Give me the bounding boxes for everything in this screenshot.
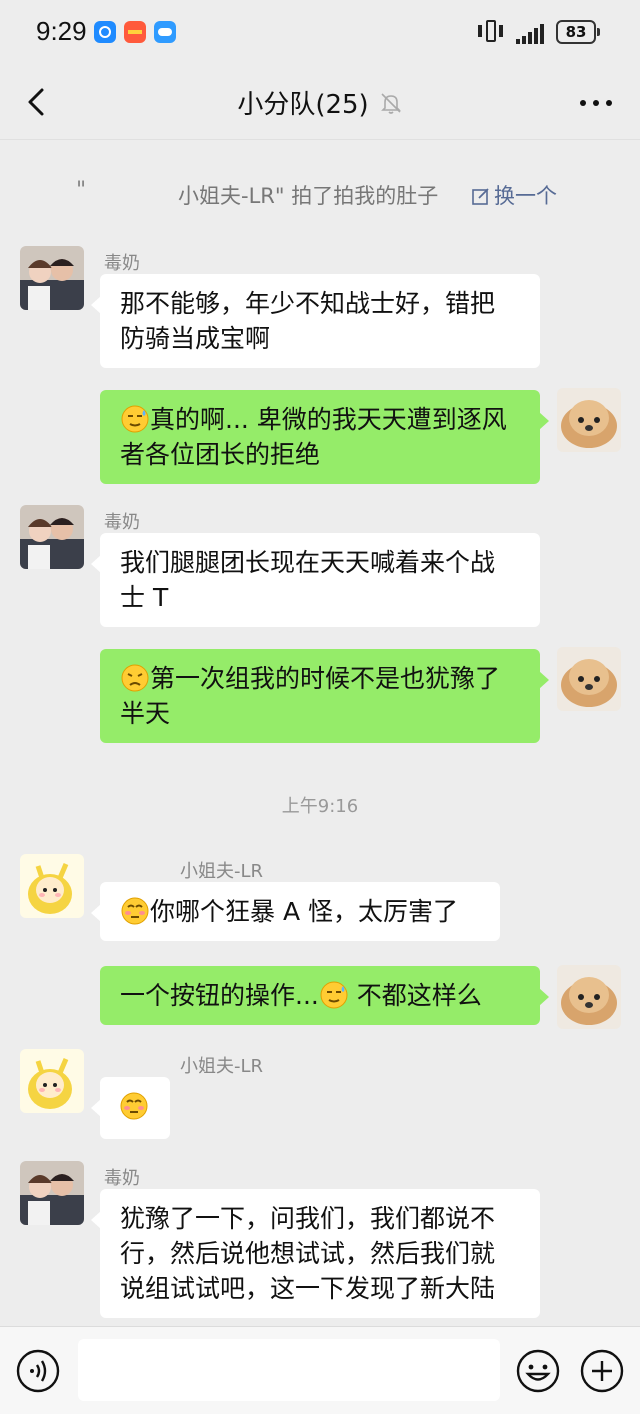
sender-name: 小姐夫-LR bbox=[180, 1056, 264, 1077]
message-bubble[interactable]: 犹豫了一下，问我们，我们都说不 行，然后说他想试试，然后我们就 说组试试吧，这一… bbox=[91, 1189, 540, 1318]
edit-icon bbox=[472, 188, 489, 205]
sweat-smile-emoji-icon bbox=[320, 981, 348, 1009]
voice-icon[interactable] bbox=[16, 1349, 60, 1393]
emoji-icon[interactable] bbox=[516, 1349, 560, 1393]
signal-icon bbox=[510, 22, 550, 44]
avatar-dunai[interactable] bbox=[20, 1161, 84, 1225]
flushed-emoji-icon bbox=[121, 897, 149, 925]
message-bubble[interactable]: 那不能够，年少不知战士好，错把 防骑当成宝啊 bbox=[91, 274, 540, 368]
sweat-smile-emoji-icon bbox=[121, 405, 149, 433]
flushed-emoji-icon bbox=[120, 1092, 148, 1120]
app-notification-icon bbox=[124, 21, 146, 43]
change-pat-link[interactable]: 换一个 bbox=[472, 180, 557, 210]
message-line: 半天 bbox=[120, 699, 171, 728]
message-line: 你哪个狂暴 A 怪，太厉害了 bbox=[120, 894, 480, 929]
avatar-dunai[interactable] bbox=[20, 246, 84, 310]
pat-system-message: " 小姐夫-LR" 拍了拍我的肚子 换一个 bbox=[0, 178, 640, 210]
message-line: 防骑当成宝啊 bbox=[120, 324, 271, 353]
chat-timestamp: 上午9:16 bbox=[281, 796, 359, 817]
sender-name: 毒奶 bbox=[104, 1168, 140, 1189]
message-line: 我们腿腿团长现在天天喊着来个战 bbox=[120, 548, 496, 577]
message-line: 士 T bbox=[120, 583, 169, 612]
more-dots-icon[interactable] bbox=[580, 100, 612, 106]
avatar-self[interactable] bbox=[557, 388, 621, 452]
message-line: 那不能够，年少不知战士好，错把 bbox=[120, 289, 496, 318]
avatar-self[interactable] bbox=[557, 965, 621, 1029]
avatar-xiaojiefu[interactable] bbox=[20, 854, 84, 918]
change-pat-label: 换一个 bbox=[494, 184, 557, 208]
message-text: 你哪个狂暴 A 怪，太厉害了 bbox=[150, 897, 458, 926]
sender-name: 毒奶 bbox=[104, 512, 140, 533]
battery-icon: 83 bbox=[556, 20, 600, 44]
message-line: 真的啊... 卑微的我天天遭到逐风 bbox=[120, 402, 520, 437]
message-bubble[interactable]: 真的啊... 卑微的我天天遭到逐风 者各位团长的拒绝 bbox=[100, 390, 549, 484]
cloud-notification-icon bbox=[154, 21, 176, 43]
frown-emoji-icon bbox=[121, 664, 149, 692]
message-line: 者各位团长的拒绝 bbox=[120, 440, 321, 469]
message-text: 不都这样么 bbox=[348, 981, 482, 1010]
message-input[interactable] bbox=[78, 1339, 500, 1401]
message-bubble[interactable] bbox=[91, 1077, 170, 1139]
message-line: 一个按钮的操作... 不都这样么 bbox=[120, 978, 520, 1013]
message-line: 行，然后说他想试试，然后我们就 bbox=[120, 1239, 496, 1268]
message-bubble[interactable]: 我们腿腿团长现在天天喊着来个战 士 T bbox=[91, 533, 540, 627]
avatar-dunai[interactable] bbox=[20, 505, 84, 569]
chat-input-bar bbox=[0, 1326, 640, 1414]
app-notification-icon bbox=[94, 21, 116, 43]
status-bar: 9:29 83 bbox=[0, 0, 640, 64]
group-name: 小分队(25) bbox=[237, 90, 369, 120]
mute-bell-icon bbox=[380, 92, 401, 114]
system-quote-mark: " bbox=[76, 178, 87, 203]
plus-icon[interactable] bbox=[580, 1349, 624, 1393]
message-bubble[interactable]: 一个按钮的操作... 不都这样么 bbox=[100, 966, 549, 1025]
message-bubble[interactable]: 第一次组我的时候不是也犹豫了 半天 bbox=[100, 649, 549, 743]
message-line: 犹豫了一下，问我们，我们都说不 bbox=[120, 1204, 496, 1233]
sender-name: 毒奶 bbox=[104, 253, 140, 274]
message-text: 第一次组我的时候不是也犹豫了 bbox=[150, 664, 501, 693]
message-bubble[interactable]: 你哪个狂暴 A 怪，太厉害了 bbox=[91, 882, 500, 941]
status-time: 9:29 bbox=[36, 16, 87, 46]
message-line: 第一次组我的时候不是也犹豫了 bbox=[120, 661, 520, 696]
pat-text: 小姐夫-LR" 拍了拍我的肚子 bbox=[178, 184, 439, 208]
vibrate-icon bbox=[478, 20, 504, 44]
avatar-self[interactable] bbox=[557, 647, 621, 711]
message-text: 真的啊... 卑微的我天天遭到逐风 bbox=[150, 405, 507, 434]
message-line: 说组试试吧，这一下发现了新大陆 bbox=[120, 1274, 496, 1303]
avatar-xiaojiefu[interactable] bbox=[20, 1049, 84, 1113]
sender-name: 小姐夫-LR bbox=[180, 861, 264, 882]
message-text: 一个按钮的操作... bbox=[120, 981, 319, 1010]
chat-title: 小分队(25) bbox=[0, 84, 640, 121]
chat-header: 小分队(25) bbox=[0, 64, 640, 140]
